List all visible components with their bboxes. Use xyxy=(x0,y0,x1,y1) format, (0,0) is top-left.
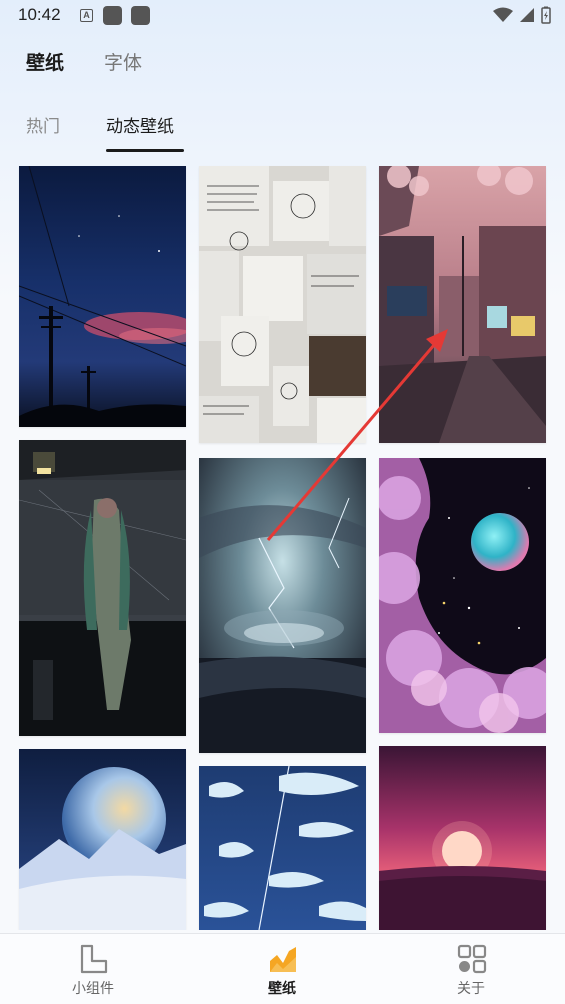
wallpaper-anime-girl-window[interactable] xyxy=(19,440,186,736)
grid-icon xyxy=(457,944,487,974)
wallpaper-night-power-lines[interactable] xyxy=(19,166,186,427)
wallpaper-grid xyxy=(0,160,565,930)
wallpaper-pink-sunset-sea[interactable] xyxy=(379,746,546,930)
wallpaper-storm-sea-vortex[interactable] xyxy=(199,458,366,753)
a-icon: A xyxy=(80,9,93,22)
wallpaper-icon xyxy=(270,947,296,972)
battery-icon xyxy=(541,6,551,24)
status-time: 10:42 xyxy=(18,5,61,24)
subtab-live-wallpaper[interactable]: 动态壁纸 xyxy=(106,112,174,137)
nav-widgets[interactable]: 小组件 xyxy=(23,934,163,1004)
nav-about-label: 关于 xyxy=(457,981,485,997)
status-bar: 10:42 A xyxy=(0,0,565,32)
wallpaper-snowy-planet[interactable] xyxy=(19,749,186,930)
tab-font[interactable]: 字体 xyxy=(104,48,142,75)
wallpaper-pink-city-street[interactable] xyxy=(379,166,546,443)
subtab-active-indicator xyxy=(106,149,184,152)
widget-icon xyxy=(80,944,108,974)
wallpaper-galaxy-nebula-planet[interactable] xyxy=(379,458,546,733)
notification-square-icon xyxy=(131,6,150,25)
nav-widgets-label: 小组件 xyxy=(72,981,114,997)
signal-icon xyxy=(520,8,534,22)
notification-square-icon xyxy=(103,6,122,25)
tab-wallpaper[interactable]: 壁纸 xyxy=(26,48,64,75)
wallpaper-sketch-collage[interactable] xyxy=(199,166,366,443)
nav-wallpaper-label: 壁纸 xyxy=(268,981,296,997)
wifi-icon xyxy=(493,7,513,22)
nav-wallpaper[interactable]: 壁纸 xyxy=(212,934,352,1004)
wallpaper-sky-fish[interactable] xyxy=(199,766,366,930)
nav-about[interactable]: 关于 xyxy=(401,934,541,1004)
bottom-nav: 小组件 壁纸 关于 xyxy=(0,933,565,1004)
subtab-popular[interactable]: 热门 xyxy=(26,112,60,137)
